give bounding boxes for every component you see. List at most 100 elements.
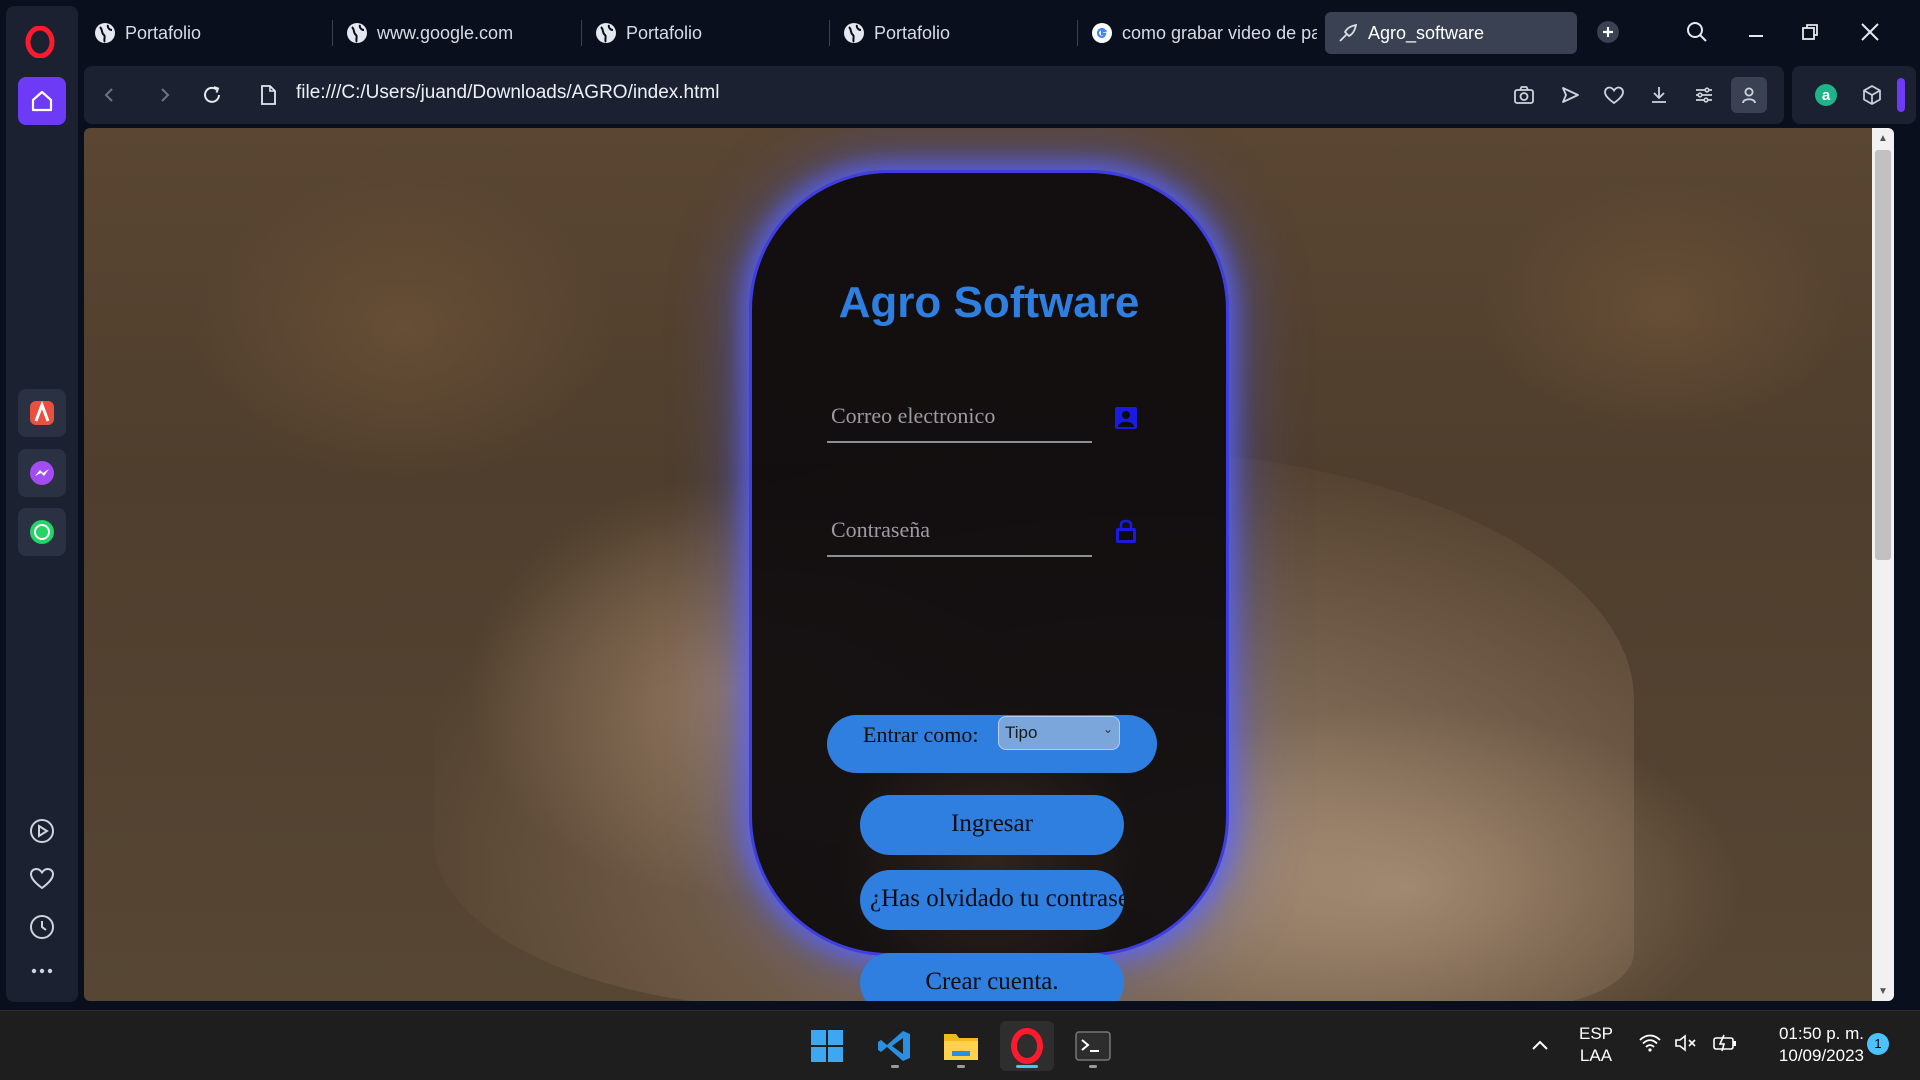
file-explorer-taskbar-button[interactable] <box>934 1021 988 1071</box>
clock[interactable]: 01:50 p. m. 10/09/2023 <box>1752 1023 1864 1067</box>
profile-button[interactable] <box>1731 77 1767 113</box>
globe-icon <box>596 23 616 43</box>
bookmark-page-button[interactable] <box>1596 77 1632 113</box>
windows-icon <box>811 1030 843 1062</box>
notification-badge[interactable]: 1 <box>1867 1033 1889 1055</box>
restore-button[interactable] <box>1790 12 1830 52</box>
running-indicator <box>1089 1065 1097 1068</box>
tab-title: como grabar video de pa <box>1122 22 1317 43</box>
email-field[interactable]: Correo electronico <box>827 391 1092 443</box>
more-dots-icon <box>31 968 53 974</box>
easy-setup-button[interactable] <box>1686 77 1722 113</box>
running-indicator <box>891 1065 899 1068</box>
play-circle-icon <box>30 819 54 843</box>
tab-portafolio-2[interactable]: Portafolio <box>583 12 823 54</box>
start-button[interactable] <box>800 1021 854 1071</box>
role-label: Entrar como: <box>863 722 979 747</box>
snapshot-button[interactable] <box>1506 77 1542 113</box>
back-button[interactable] <box>90 75 130 115</box>
tab-strip: Portafolio www.google.com Portafolio Por… <box>80 0 1920 64</box>
extension-a-button[interactable]: a <box>1808 77 1844 113</box>
bookmarks-button[interactable] <box>24 861 60 897</box>
scroll-thumb[interactable] <box>1875 150 1891 560</box>
extensions-button[interactable] <box>1854 77 1890 113</box>
create-account-button[interactable]: Crear cuenta. <box>860 953 1124 1001</box>
close-window-button[interactable] <box>1850 12 1890 52</box>
close-icon <box>1861 23 1879 41</box>
vscode-taskbar-button[interactable] <box>868 1021 922 1071</box>
clock-icon <box>30 915 54 939</box>
folder-icon <box>944 1034 978 1060</box>
scroll-down-icon[interactable]: ▼ <box>1872 981 1894 1001</box>
terminal-taskbar-button[interactable] <box>1066 1021 1120 1071</box>
opera-taskbar-button[interactable] <box>1000 1021 1054 1071</box>
chevron-left-icon <box>104 88 113 102</box>
cube-icon <box>1863 85 1881 105</box>
minimize-button[interactable] <box>1736 12 1776 52</box>
tab-separator <box>332 20 333 46</box>
history-button[interactable] <box>24 909 60 945</box>
plus-icon <box>1597 21 1619 43</box>
send-button[interactable] <box>1552 77 1588 113</box>
heart-icon <box>29 867 55 890</box>
password-field[interactable]: Contraseña <box>827 505 1092 557</box>
url-field[interactable]: file:///C:/Users/juand/Downloads/AGRO/in… <box>296 82 719 104</box>
forward-button[interactable] <box>144 75 184 115</box>
tray-overflow-button[interactable] <box>1526 1031 1554 1059</box>
player-button[interactable] <box>24 813 60 849</box>
running-indicator <box>957 1065 965 1068</box>
more-button[interactable] <box>24 953 60 989</box>
page-scrollbar[interactable]: ▲ ▼ <box>1872 128 1894 1001</box>
chevron-up-icon <box>1532 1040 1548 1050</box>
tab-search-button[interactable] <box>1677 12 1717 52</box>
email-placeholder: Correo electronico <box>831 403 996 428</box>
home-button[interactable] <box>18 77 66 125</box>
aria-ai-button[interactable] <box>18 389 66 437</box>
password-placeholder: Contraseña <box>831 517 930 542</box>
agro-icon <box>1339 23 1358 42</box>
role-select-group: Entrar como: Tipo ⌄ <box>827 715 1157 773</box>
settings-sliders-icon <box>1696 87 1712 103</box>
tab-google[interactable]: www.google.com <box>334 12 574 54</box>
whatsapp-button[interactable] <box>18 508 66 556</box>
tab-portafolio-3[interactable]: Portafolio <box>831 12 1071 54</box>
page-info-button[interactable] <box>248 75 288 115</box>
messenger-button[interactable] <box>18 449 66 497</box>
address-bar: file:///C:/Users/juand/Downloads/AGRO/in… <box>84 66 1784 124</box>
tab-google-search[interactable]: como grabar video de pa <box>1079 12 1317 54</box>
send-arrow-icon <box>1562 87 1579 103</box>
chevron-down-icon: ⌄ <box>1102 722 1113 736</box>
role-select-value: Tipo <box>1005 723 1038 742</box>
vscode-icon <box>878 1031 910 1061</box>
language-indicator[interactable]: ESP LAA <box>1568 1023 1624 1067</box>
volume-muted-icon[interactable] <box>1674 1033 1698 1058</box>
login-button[interactable]: Ingresar <box>860 795 1124 855</box>
heart-icon <box>1604 86 1624 105</box>
role-select[interactable]: Tipo ⌄ <box>998 716 1120 750</box>
new-tab-button[interactable] <box>1588 12 1628 52</box>
restore-icon <box>1802 24 1818 40</box>
keyboard-layout: LAA <box>1579 1046 1613 1065</box>
language-code: ESP <box>1578 1024 1614 1043</box>
tab-agro-software[interactable]: Agro_software <box>1325 12 1577 54</box>
lock-icon <box>1116 519 1136 543</box>
downloads-button[interactable] <box>1641 77 1677 113</box>
wifi-icon[interactable] <box>1638 1033 1662 1058</box>
tab-portafolio-1[interactable]: Portafolio <box>82 12 322 54</box>
user-icon <box>1742 87 1756 104</box>
windows-taskbar: ESP LAA 01:50 p. m. 10/09/2023 <box>0 1010 1920 1080</box>
tab-title: www.google.com <box>377 22 514 43</box>
minimize-icon <box>1749 35 1763 37</box>
login-card: Agro Software Correo electronico Contras… <box>749 170 1229 1001</box>
reload-button[interactable] <box>192 75 232 115</box>
globe-icon <box>844 23 864 43</box>
camera-icon <box>1514 86 1534 104</box>
page-viewport: Agro Software Correo electronico Contras… <box>84 128 1894 1001</box>
battery-charging-icon[interactable] <box>1712 1033 1738 1058</box>
search-icon <box>1687 22 1707 42</box>
download-icon <box>1652 87 1666 103</box>
clock-date: 10/09/2023 <box>1778 1046 1864 1065</box>
opera-logo-icon[interactable] <box>20 22 60 62</box>
forgot-password-button[interactable]: ¿Has olvidado tu contraseña? <box>860 870 1124 930</box>
scroll-up-icon[interactable]: ▲ <box>1872 128 1894 148</box>
